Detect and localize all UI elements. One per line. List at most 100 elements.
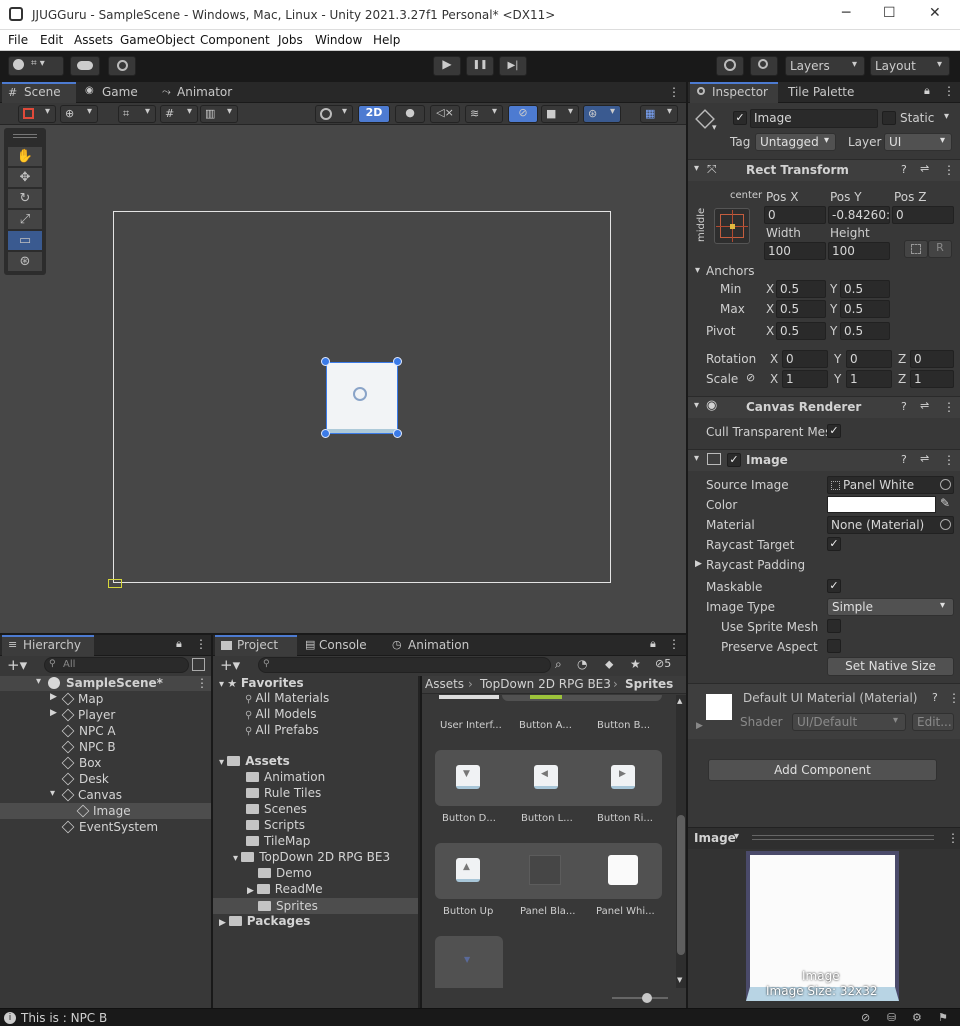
auto-generate-icon[interactable]: ⚙ bbox=[912, 1011, 922, 1024]
asset-label[interactable]: Panel Bla... bbox=[520, 906, 575, 917]
favorites-item[interactable]: ⚲ All Models bbox=[245, 707, 317, 723]
search-button[interactable] bbox=[750, 56, 778, 76]
star-icon[interactable]: ★ bbox=[630, 657, 641, 671]
chevron-down-icon[interactable]: ▾ bbox=[712, 123, 717, 133]
step-button[interactable]: ▶| bbox=[499, 56, 527, 76]
snap-dropdown[interactable]: ⌗ ▾ bbox=[118, 105, 156, 123]
hidden-packages-icon[interactable]: ⊘5 bbox=[655, 657, 671, 670]
height-field[interactable]: 100 bbox=[828, 242, 890, 260]
tag-dropdown[interactable]: Untagged ▾ bbox=[755, 133, 836, 151]
search-by-type-icon[interactable]: ⌕ bbox=[555, 657, 562, 672]
assets-header[interactable]: ▾ Assets bbox=[219, 754, 290, 770]
more-menu-icon[interactable]: ⋮ bbox=[943, 84, 955, 98]
shader-dropdown[interactable]: UI/Default ▾ bbox=[792, 713, 906, 731]
hierarchy-item-selected[interactable]: Image bbox=[0, 803, 211, 819]
status-message[interactable]: This is : NPC B bbox=[21, 1011, 107, 1025]
anchor-max-x-field[interactable]: 0.5 bbox=[776, 300, 826, 318]
tab-game[interactable]: ◉ Game bbox=[80, 82, 150, 103]
progress-icon[interactable]: ⊘ bbox=[861, 1011, 870, 1024]
help-icon[interactable]: ? bbox=[901, 400, 907, 413]
posz-field[interactable]: 0 bbox=[892, 206, 954, 224]
asset-label[interactable]: Button D... bbox=[442, 813, 496, 824]
folder-item[interactable]: TileMap bbox=[246, 834, 310, 850]
audio-toggle[interactable]: ◁× bbox=[430, 105, 460, 123]
hand-tool-icon[interactable]: ✋ bbox=[8, 147, 42, 166]
layer-dropdown[interactable]: UI ▾ bbox=[884, 133, 952, 151]
folder-item[interactable]: Rule Tiles bbox=[246, 786, 321, 802]
shading-dropdown[interactable]: ▾ bbox=[315, 105, 353, 123]
image-component-header[interactable]: ▾ ✓ Image ? ⇌ ⋮ bbox=[688, 449, 960, 471]
shader-edit-button[interactable]: Edit... bbox=[912, 713, 954, 731]
layout-dropdown[interactable]: Layout ▾ bbox=[870, 56, 950, 76]
overlay-dropdown[interactable]: ▦ ▾ bbox=[640, 105, 678, 123]
chevron-down-icon[interactable]: ▾ bbox=[734, 831, 739, 842]
hierarchy-item[interactable]: EventSystem bbox=[61, 820, 158, 836]
image-enabled-checkbox[interactable]: ✓ bbox=[727, 453, 741, 467]
active-checkbox[interactable]: ✓ bbox=[733, 111, 747, 125]
minimize-button[interactable]: ─ bbox=[842, 5, 850, 21]
cloud-button[interactable] bbox=[70, 56, 100, 76]
menu-help[interactable]: Help bbox=[373, 33, 400, 47]
zoom-slider-thumb[interactable] bbox=[642, 993, 652, 1003]
asset-label[interactable]: Button B... bbox=[597, 720, 650, 731]
folder-item[interactable]: ▾ TopDown 2D RPG BE3 bbox=[233, 850, 390, 866]
layers-dropdown[interactable]: Layers ▾ bbox=[785, 56, 865, 76]
anchor-max-y-field[interactable]: 0.5 bbox=[840, 300, 890, 318]
scale-tool-icon[interactable]: ⤢ bbox=[8, 210, 42, 229]
more-menu-icon[interactable]: ⋮ bbox=[943, 400, 955, 414]
material-field[interactable]: None (Material) bbox=[827, 516, 954, 534]
tab-project[interactable]: Project bbox=[215, 635, 297, 656]
object-name-field[interactable]: Image bbox=[750, 109, 878, 128]
add-icon[interactable]: +▾ bbox=[7, 656, 27, 674]
global-dropdown[interactable]: ⊕ ▾ bbox=[60, 105, 98, 123]
button-left-sprite[interactable]: ◀ bbox=[534, 765, 558, 789]
more-menu-icon[interactable]: ⋮ bbox=[947, 831, 959, 845]
blueprint-mode-button[interactable] bbox=[904, 240, 928, 258]
close-button[interactable]: ✕ bbox=[929, 5, 941, 21]
asset-scrollbar[interactable]: ▲ ▼ bbox=[676, 695, 686, 988]
menu-component[interactable]: Component bbox=[200, 33, 270, 47]
transform-tool-icon[interactable]: ⊛ bbox=[8, 252, 42, 271]
anchor-min-y-field[interactable]: 0.5 bbox=[840, 280, 890, 298]
object-picker-icon[interactable] bbox=[940, 479, 951, 490]
preserve-aspect-checkbox[interactable] bbox=[827, 639, 841, 653]
scrollbar-thumb[interactable] bbox=[677, 815, 685, 955]
lock-icon[interactable]: 🔒︎ bbox=[924, 84, 930, 98]
breadcrumb-item[interactable]: Assets bbox=[425, 677, 464, 691]
menu-gameobject[interactable]: GameObject bbox=[120, 33, 195, 47]
scale-y-field[interactable]: 1 bbox=[846, 370, 892, 388]
color-swatch[interactable] bbox=[827, 496, 936, 513]
static-checkbox[interactable] bbox=[882, 111, 896, 125]
more-menu-icon[interactable]: ⋮ bbox=[668, 85, 680, 99]
hierarchy-item[interactable]: NPC B bbox=[61, 740, 116, 756]
favorites-item[interactable]: ⚲ All Materials bbox=[245, 691, 329, 707]
pivot-y-field[interactable]: 0.5 bbox=[840, 322, 890, 340]
resize-handle[interactable] bbox=[321, 429, 330, 438]
gizmos-dropdown[interactable]: ⊛ ▾ bbox=[583, 105, 621, 123]
menu-jobs[interactable]: Jobs bbox=[278, 33, 303, 47]
rect-tool-icon[interactable]: ▭ bbox=[8, 231, 42, 250]
help-icon[interactable]: ? bbox=[901, 453, 907, 466]
button-up-sprite[interactable]: ▲ bbox=[456, 858, 480, 882]
folder-item[interactable]: Demo bbox=[258, 866, 312, 882]
presets-icon[interactable]: ⇌ bbox=[920, 162, 929, 175]
asset-label[interactable]: Button Up bbox=[443, 906, 493, 917]
folder-item[interactable]: Scripts bbox=[246, 818, 305, 834]
tab-scene[interactable]: # Scene bbox=[2, 82, 76, 103]
tab-hierarchy[interactable]: ≡ Hierarchy bbox=[2, 635, 94, 656]
favorites-item[interactable]: ⚲ All Prefabs bbox=[245, 723, 319, 739]
search-type-icon[interactable] bbox=[192, 658, 205, 671]
resize-handle[interactable] bbox=[393, 429, 402, 438]
hierarchy-item[interactable]: Desk bbox=[61, 772, 109, 788]
cull-transparent-checkbox[interactable]: ✓ bbox=[827, 424, 841, 438]
grid-snap-dropdown[interactable]: # ▾ bbox=[160, 105, 198, 123]
raycast-target-checkbox[interactable]: ✓ bbox=[827, 537, 841, 551]
help-icon[interactable]: ? bbox=[932, 691, 938, 704]
more-menu-icon[interactable]: ⋮ bbox=[948, 691, 960, 705]
rotation-z-field[interactable]: 0 bbox=[910, 350, 954, 368]
menu-edit[interactable]: Edit bbox=[40, 33, 63, 47]
rotation-y-field[interactable]: 0 bbox=[846, 350, 892, 368]
favorites-header[interactable]: ▾ ★ Favorites bbox=[219, 676, 304, 692]
posy-field[interactable]: -0.84260: bbox=[828, 206, 890, 224]
debug-icon[interactable]: ⚑ bbox=[938, 1011, 948, 1024]
